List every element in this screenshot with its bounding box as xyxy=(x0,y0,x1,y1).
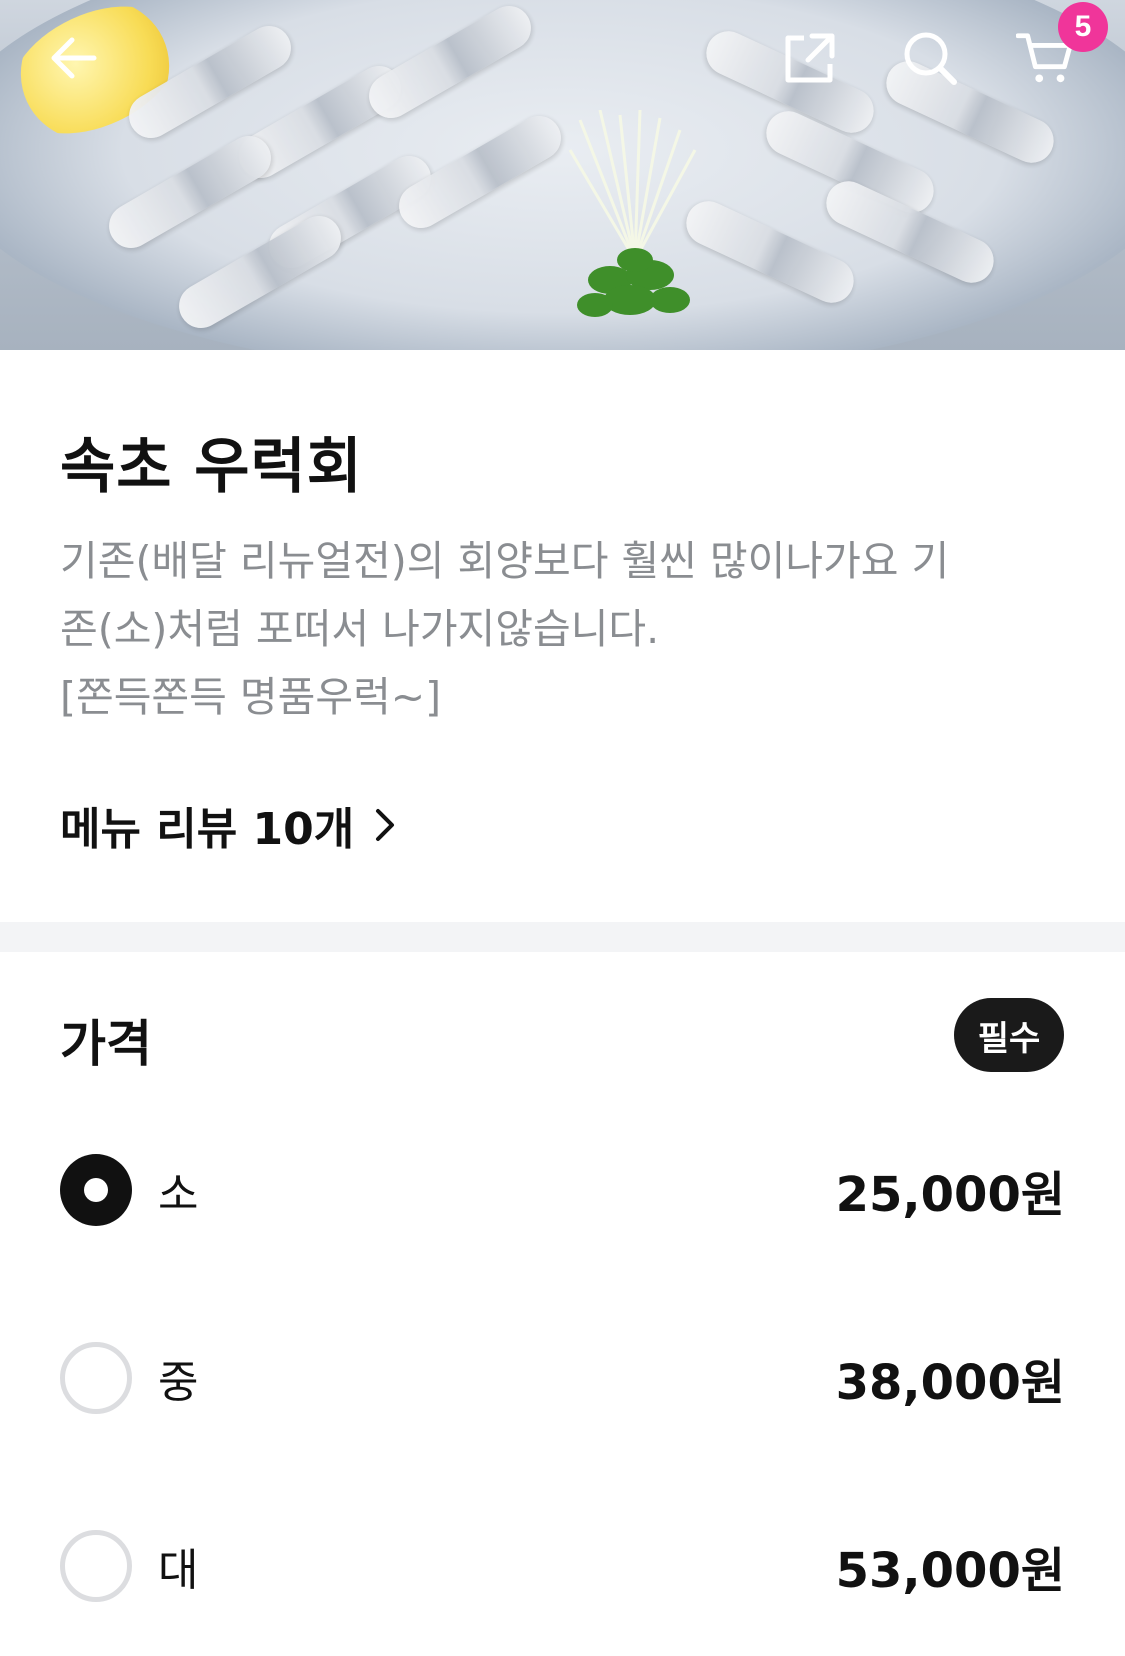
menu-review-link[interactable]: 메뉴 리뷰 10개 xyxy=(60,793,398,857)
share-button[interactable] xyxy=(780,28,840,88)
price-section-title: 가격 xyxy=(60,1015,152,1073)
option-label: 대 xyxy=(158,1545,199,1596)
radio-unselected[interactable] xyxy=(60,1342,132,1414)
share-external-icon xyxy=(785,33,835,83)
cart-count-badge: 5 xyxy=(1058,2,1108,52)
required-badge: 필수 xyxy=(954,998,1064,1072)
description-line: [쫀득쫀득 명품우럭~] xyxy=(60,673,442,721)
sprouts-garnish xyxy=(568,110,697,317)
search-icon xyxy=(904,32,957,85)
price-option-medium[interactable]: 중 38,000원 xyxy=(60,1338,1065,1418)
chevron-right-icon xyxy=(376,809,395,841)
search-button[interactable] xyxy=(900,28,960,88)
arrow-left-icon xyxy=(51,37,97,79)
option-price: 38,000원 xyxy=(835,1355,1065,1411)
description-line: 기존(배달 리뉴얼전)의 회양보다 훨씬 많이나가요 기 xyxy=(60,537,950,585)
price-option-large[interactable]: 대 53,000원 xyxy=(60,1526,1065,1606)
review-link-label: 메뉴 리뷰 10개 xyxy=(60,804,355,855)
back-button[interactable] xyxy=(44,28,104,88)
option-label: 소 xyxy=(158,1169,199,1220)
section-divider xyxy=(0,922,1125,952)
product-title: 속초 우럭회 xyxy=(60,432,363,502)
radio-selected[interactable] xyxy=(60,1154,132,1226)
description-line: 존(소)처럼 포떠서 나가지않습니다. xyxy=(60,605,660,653)
option-price: 25,000원 xyxy=(835,1167,1065,1223)
product-description: 기존(배달 리뉴얼전)의 회양보다 훨씬 많이나가요 기 존(소)처럼 포떠서 … xyxy=(60,527,1060,731)
option-label: 중 xyxy=(158,1357,199,1408)
product-image: 5 xyxy=(0,0,1125,350)
option-price: 53,000원 xyxy=(835,1543,1065,1599)
radio-unselected[interactable] xyxy=(60,1530,132,1602)
price-option-small[interactable]: 소 25,000원 xyxy=(60,1150,1065,1230)
